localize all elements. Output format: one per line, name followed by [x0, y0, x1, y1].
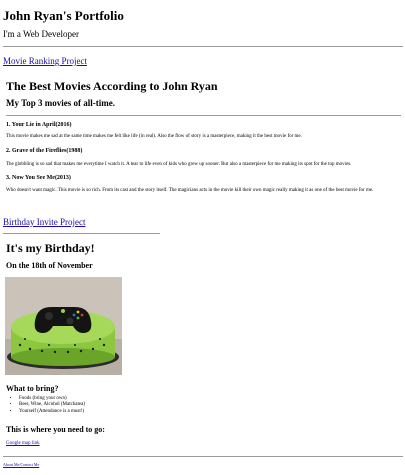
birthday-divider [3, 233, 160, 234]
movie-description: The globbling is so sad that makes me ev… [6, 162, 352, 167]
birthday-invite-project-link[interactable]: Birthday Invite Project [3, 217, 85, 227]
movie-title: 1. Your Lie in April(2016) [6, 122, 72, 128]
movie-title: 2. Grave of the Fireflies(1988) [6, 148, 83, 154]
google-map-link[interactable]: Google map link [6, 441, 40, 446]
where-heading: This is where you need to go: [6, 425, 105, 434]
birthday-heading: It's my Birthday! [6, 241, 95, 255]
list-item: Yourself (Attendance is a must!) [19, 409, 85, 415]
header-divider [3, 46, 403, 47]
movie-description: This movie makes me sad at the same time… [6, 134, 302, 139]
movies-subheading: My Top 3 movies of all-time. [6, 98, 115, 108]
movies-divider [6, 115, 401, 116]
movie-ranking-project-link[interactable]: Movie Ranking Project [3, 56, 87, 66]
footer-divider [3, 456, 403, 457]
movies-heading: The Best Movies According to John Ryan [6, 79, 218, 93]
list-item: Beer, Wine, Alcohol (Matchatea) [19, 402, 85, 408]
site-subtitle: I'm a Web Developer [3, 29, 79, 39]
cake-image [5, 277, 122, 375]
site-title: John Ryan's Portfolio [3, 8, 124, 23]
birthday-date: On the 18th of November [6, 261, 93, 270]
bring-heading: What to bring? [6, 384, 59, 393]
movie-title: 3. Now You See Me(2013) [6, 175, 71, 181]
movie-description: Who doesn't want magic. This movie is so… [6, 188, 374, 193]
bring-list: Foods (bring your own) Beer, Wine, Alcoh… [10, 396, 85, 415]
about-contact-link[interactable]: About Me/Contact Me [3, 462, 39, 467]
